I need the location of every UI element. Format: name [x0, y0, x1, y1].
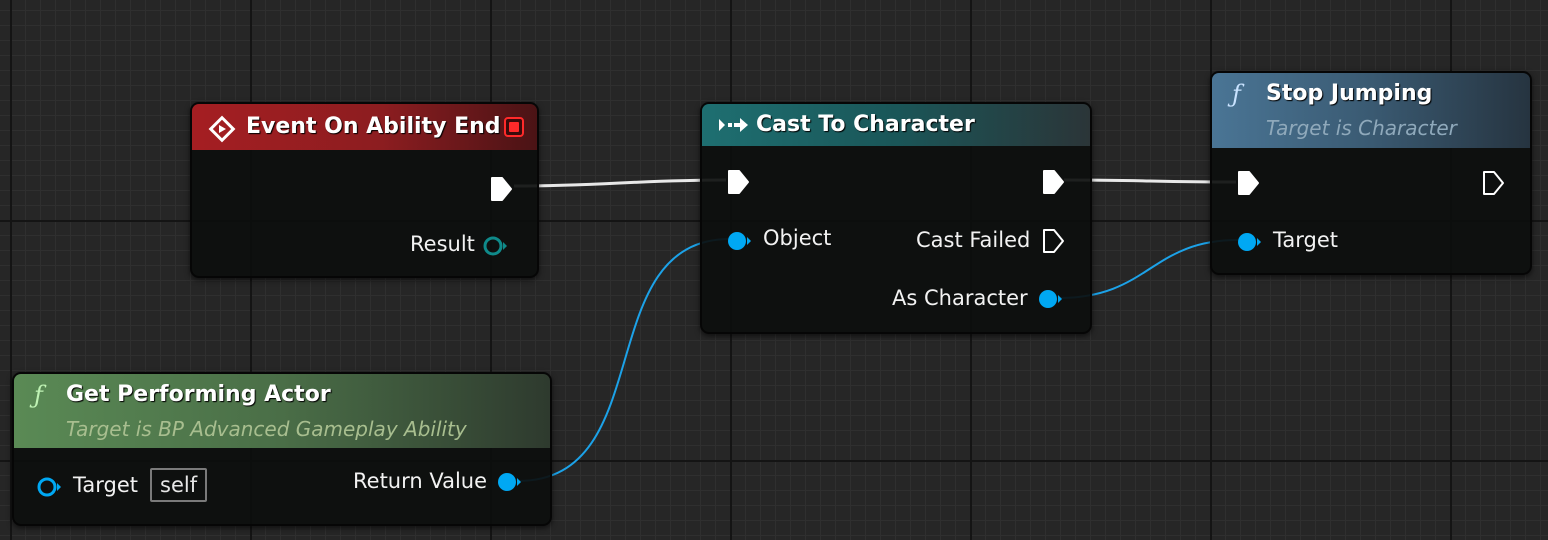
node-subtitle: Target is Character	[1266, 116, 1457, 140]
function-icon: ƒ	[1232, 80, 1241, 108]
exec-wire-event-to-cast[interactable]	[513, 178, 727, 188]
result-label: Result	[410, 232, 475, 256]
cast-arrow-icon	[719, 118, 748, 132]
node-title: Cast To Character	[756, 112, 975, 137]
exec-out-pin[interactable]	[1481, 170, 1505, 196]
cast-failed-pin[interactable]	[1041, 228, 1065, 254]
exec-in-pin[interactable]	[1236, 170, 1260, 196]
node-subtitle: Target is BP Advanced Gameplay Ability	[66, 417, 467, 441]
exec-in-pin[interactable]	[726, 169, 750, 195]
object-label: Object	[763, 226, 832, 250]
exec-out-pin[interactable]	[1041, 169, 1065, 195]
as-character-label: As Character	[892, 286, 1028, 310]
object-in-pin[interactable]	[726, 230, 754, 252]
result-pin[interactable]	[483, 235, 509, 257]
target-in-pin[interactable]	[36, 476, 64, 498]
event-on-ability-end-node[interactable]: Event On Ability End Result	[190, 102, 539, 278]
get-performing-actor-node[interactable]: ƒ Get Performing Actor Target is BP Adva…	[12, 372, 552, 526]
node-title: Get Performing Actor	[66, 382, 331, 407]
return-value-label: Return Value	[353, 469, 488, 493]
exec-out-pin[interactable]	[489, 176, 513, 202]
target-in-pin[interactable]	[1236, 231, 1264, 253]
stop-jumping-node[interactable]: ƒ Stop Jumping Target is Character Targe…	[1210, 71, 1532, 275]
target-label: Target	[1273, 228, 1338, 252]
cast-failed-label: Cast Failed	[916, 228, 1031, 252]
as-character-pin[interactable]	[1037, 288, 1065, 310]
function-icon: ƒ	[34, 381, 43, 409]
target-self-field[interactable]: self	[150, 468, 208, 502]
cast-to-character-node[interactable]: Cast To Character Object Cast Failed As …	[700, 102, 1092, 334]
target-label: Target	[73, 473, 138, 497]
node-title: Stop Jumping	[1266, 81, 1433, 106]
event-diamond-icon	[208, 115, 236, 143]
return-value-pin[interactable]	[496, 471, 524, 493]
node-title: Event On Ability End	[246, 114, 501, 139]
delegate-pin-icon[interactable]	[503, 116, 525, 138]
